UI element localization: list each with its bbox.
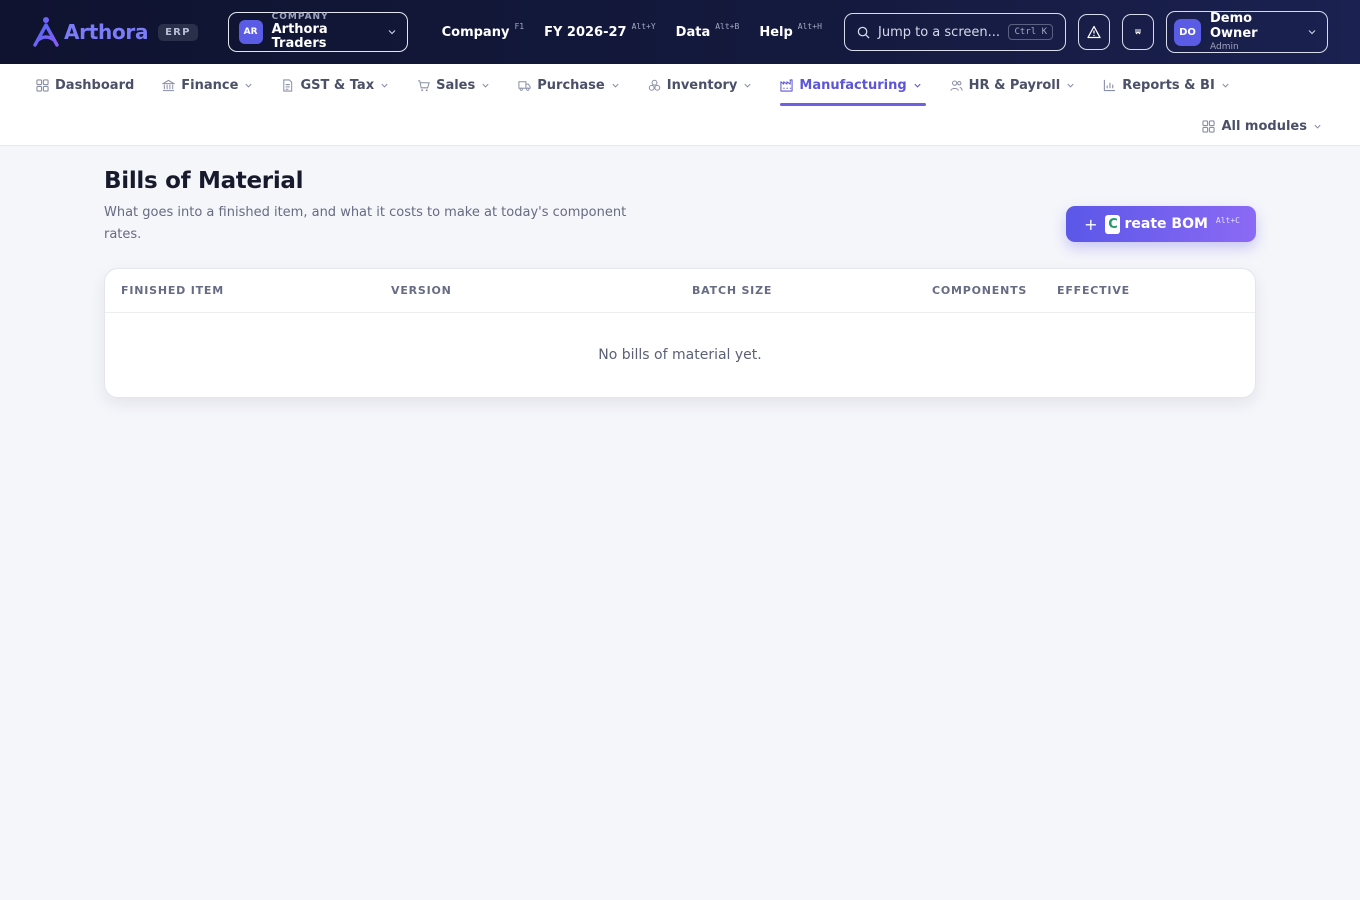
user-role: Admin — [1210, 41, 1239, 52]
alerts-button[interactable] — [1078, 14, 1110, 50]
company-avatar: AR — [238, 20, 263, 44]
grid-icon — [36, 78, 49, 92]
module-label: Purchase — [537, 77, 605, 93]
module-finance[interactable]: Finance — [162, 64, 253, 106]
user-menu[interactable]: DO Demo Owner Admin — [1166, 11, 1328, 53]
all-modules-label: All modules — [1221, 118, 1307, 134]
module-nav: Dashboard Finance GST & Tax Sales Purcha… — [0, 64, 1360, 146]
module-purchase[interactable]: Purchase — [518, 64, 619, 106]
create-bom-shortcut: Alt+C — [1215, 215, 1240, 225]
company-name: Arthora Traders — [271, 21, 328, 51]
table-header: FINISHED ITEM VERSION BATCH SIZE COMPONE… — [105, 269, 1257, 314]
module-label: HR & Payroll — [968, 77, 1061, 93]
column-finished-item[interactable]: FINISHED ITEM — [121, 284, 391, 297]
bom-table: FINISHED ITEM VERSION BATCH SIZE COMPONE… — [104, 268, 1257, 399]
truck-icon — [518, 80, 531, 91]
factory-icon — [780, 78, 793, 92]
column-effective[interactable]: EFFECTIVE — [1057, 284, 1257, 297]
plus-icon: + — [1084, 214, 1098, 234]
brand-logo[interactable]: Arthora — [32, 16, 148, 48]
chevron-down-icon — [381, 83, 388, 88]
user-avatar: DO — [1174, 18, 1201, 46]
menu-label: FY 2026-27 — [544, 24, 627, 40]
module-label: Inventory — [666, 77, 738, 93]
module-label: Sales — [436, 77, 476, 93]
module-label: Manufacturing — [799, 77, 907, 93]
menu-shortcut: F1 — [514, 21, 525, 31]
module-gst-tax[interactable]: GST & Tax — [281, 64, 389, 106]
page-header: Bills of Material What goes into a finis… — [104, 168, 1256, 246]
module-sales[interactable]: Sales — [417, 64, 490, 106]
grid-icon — [1202, 119, 1216, 133]
column-version[interactable]: VERSION — [391, 284, 692, 297]
warning-icon — [1087, 25, 1101, 39]
create-bom-button[interactable]: + C reate BOM Alt+C — [1066, 206, 1256, 242]
page-heading: Bills of Material What goes into a finis… — [104, 168, 644, 246]
chevron-down-icon — [482, 83, 489, 88]
bar-chart-icon — [1104, 79, 1116, 91]
menu-shortcut: Alt+H — [797, 21, 822, 31]
menu-help[interactable]: Help Alt+H — [759, 21, 822, 40]
module-label: Reports & BI — [1122, 77, 1215, 93]
chevron-down-icon — [245, 83, 253, 88]
chevron-down-icon — [388, 30, 396, 35]
module-reports-bi[interactable]: Reports & BI — [1103, 64, 1230, 106]
menu-shortcut: Alt+Y — [631, 21, 656, 31]
main-content: Bills of Material What goes into a finis… — [0, 146, 1360, 399]
chevron-down-icon — [1308, 30, 1316, 35]
menu-label: Company — [441, 24, 510, 40]
search-shortcut: Ctrl K — [1008, 24, 1053, 40]
column-components[interactable]: COMPONENTS — [932, 284, 1057, 297]
chevron-down-icon — [1222, 83, 1229, 88]
command-button[interactable] — [1122, 14, 1154, 50]
top-bar: Arthora ERP AR COMPANY Arthora Traders C… — [0, 0, 1360, 64]
create-bom-label: reate BOM — [1124, 216, 1208, 232]
menu-company[interactable]: Company F1 — [441, 21, 525, 40]
top-menu: Company F1 FY 2026-27 Alt+Y Data Alt+B Help… — [441, 21, 822, 40]
all-modules-button[interactable]: All modules — [1202, 105, 1322, 147]
menu-label: Help — [759, 24, 793, 40]
module-label: GST & Tax — [300, 77, 375, 93]
all-modules-row: All modules — [1202, 106, 1322, 146]
module-label: Dashboard — [55, 77, 135, 93]
user-name: Demo Owner — [1210, 10, 1258, 41]
menu-label: Data — [675, 24, 711, 40]
boxes-icon — [648, 79, 660, 91]
module-manufacturing[interactable]: Manufacturing — [780, 64, 926, 106]
chevron-down-icon — [744, 83, 751, 88]
users-icon — [950, 80, 963, 91]
search-placeholder: Jump to a screen... — [878, 24, 1001, 40]
module-inventory[interactable]: Inventory — [648, 64, 753, 106]
empty-state: No bills of material yet. — [598, 347, 762, 364]
user-meta: Demo Owner Admin — [1210, 10, 1298, 52]
search-icon — [857, 26, 870, 39]
module-hr-payroll[interactable]: HR & Payroll — [950, 64, 1076, 106]
company-switcher[interactable]: AR COMPANY Arthora Traders — [227, 12, 408, 52]
menu-fiscal-year[interactable]: FY 2026-27 Alt+Y — [544, 21, 656, 40]
chevron-down-icon — [1314, 124, 1321, 129]
chevron-down-icon — [612, 83, 619, 88]
chevron-down-icon — [1067, 83, 1074, 88]
menu-data[interactable]: Data Alt+B — [675, 21, 740, 40]
module-row: Dashboard Finance GST & Tax Sales Purcha… — [0, 64, 1360, 106]
module-label: Finance — [181, 77, 239, 93]
bank-icon — [162, 79, 176, 91]
jump-search[interactable]: Jump to a screen... Ctrl K — [844, 13, 1066, 51]
brand-name: Arthora — [64, 20, 149, 44]
menu-shortcut: Alt+B — [715, 21, 740, 31]
command-icon — [1135, 29, 1141, 35]
company-meta: COMPANY Arthora Traders — [271, 12, 378, 51]
column-batch-size[interactable]: BATCH SIZE — [692, 284, 932, 297]
erp-badge: ERP — [158, 23, 198, 41]
cart-icon — [418, 79, 430, 91]
document-icon — [283, 78, 293, 92]
chevron-down-icon — [914, 83, 921, 88]
page-subtitle: What goes into a finished item, and what… — [104, 205, 627, 243]
page-title: Bills of Material — [104, 168, 304, 194]
module-dashboard[interactable]: Dashboard — [36, 64, 134, 106]
create-key-badge: C — [1105, 214, 1121, 234]
arthora-logo-icon — [33, 17, 59, 47]
